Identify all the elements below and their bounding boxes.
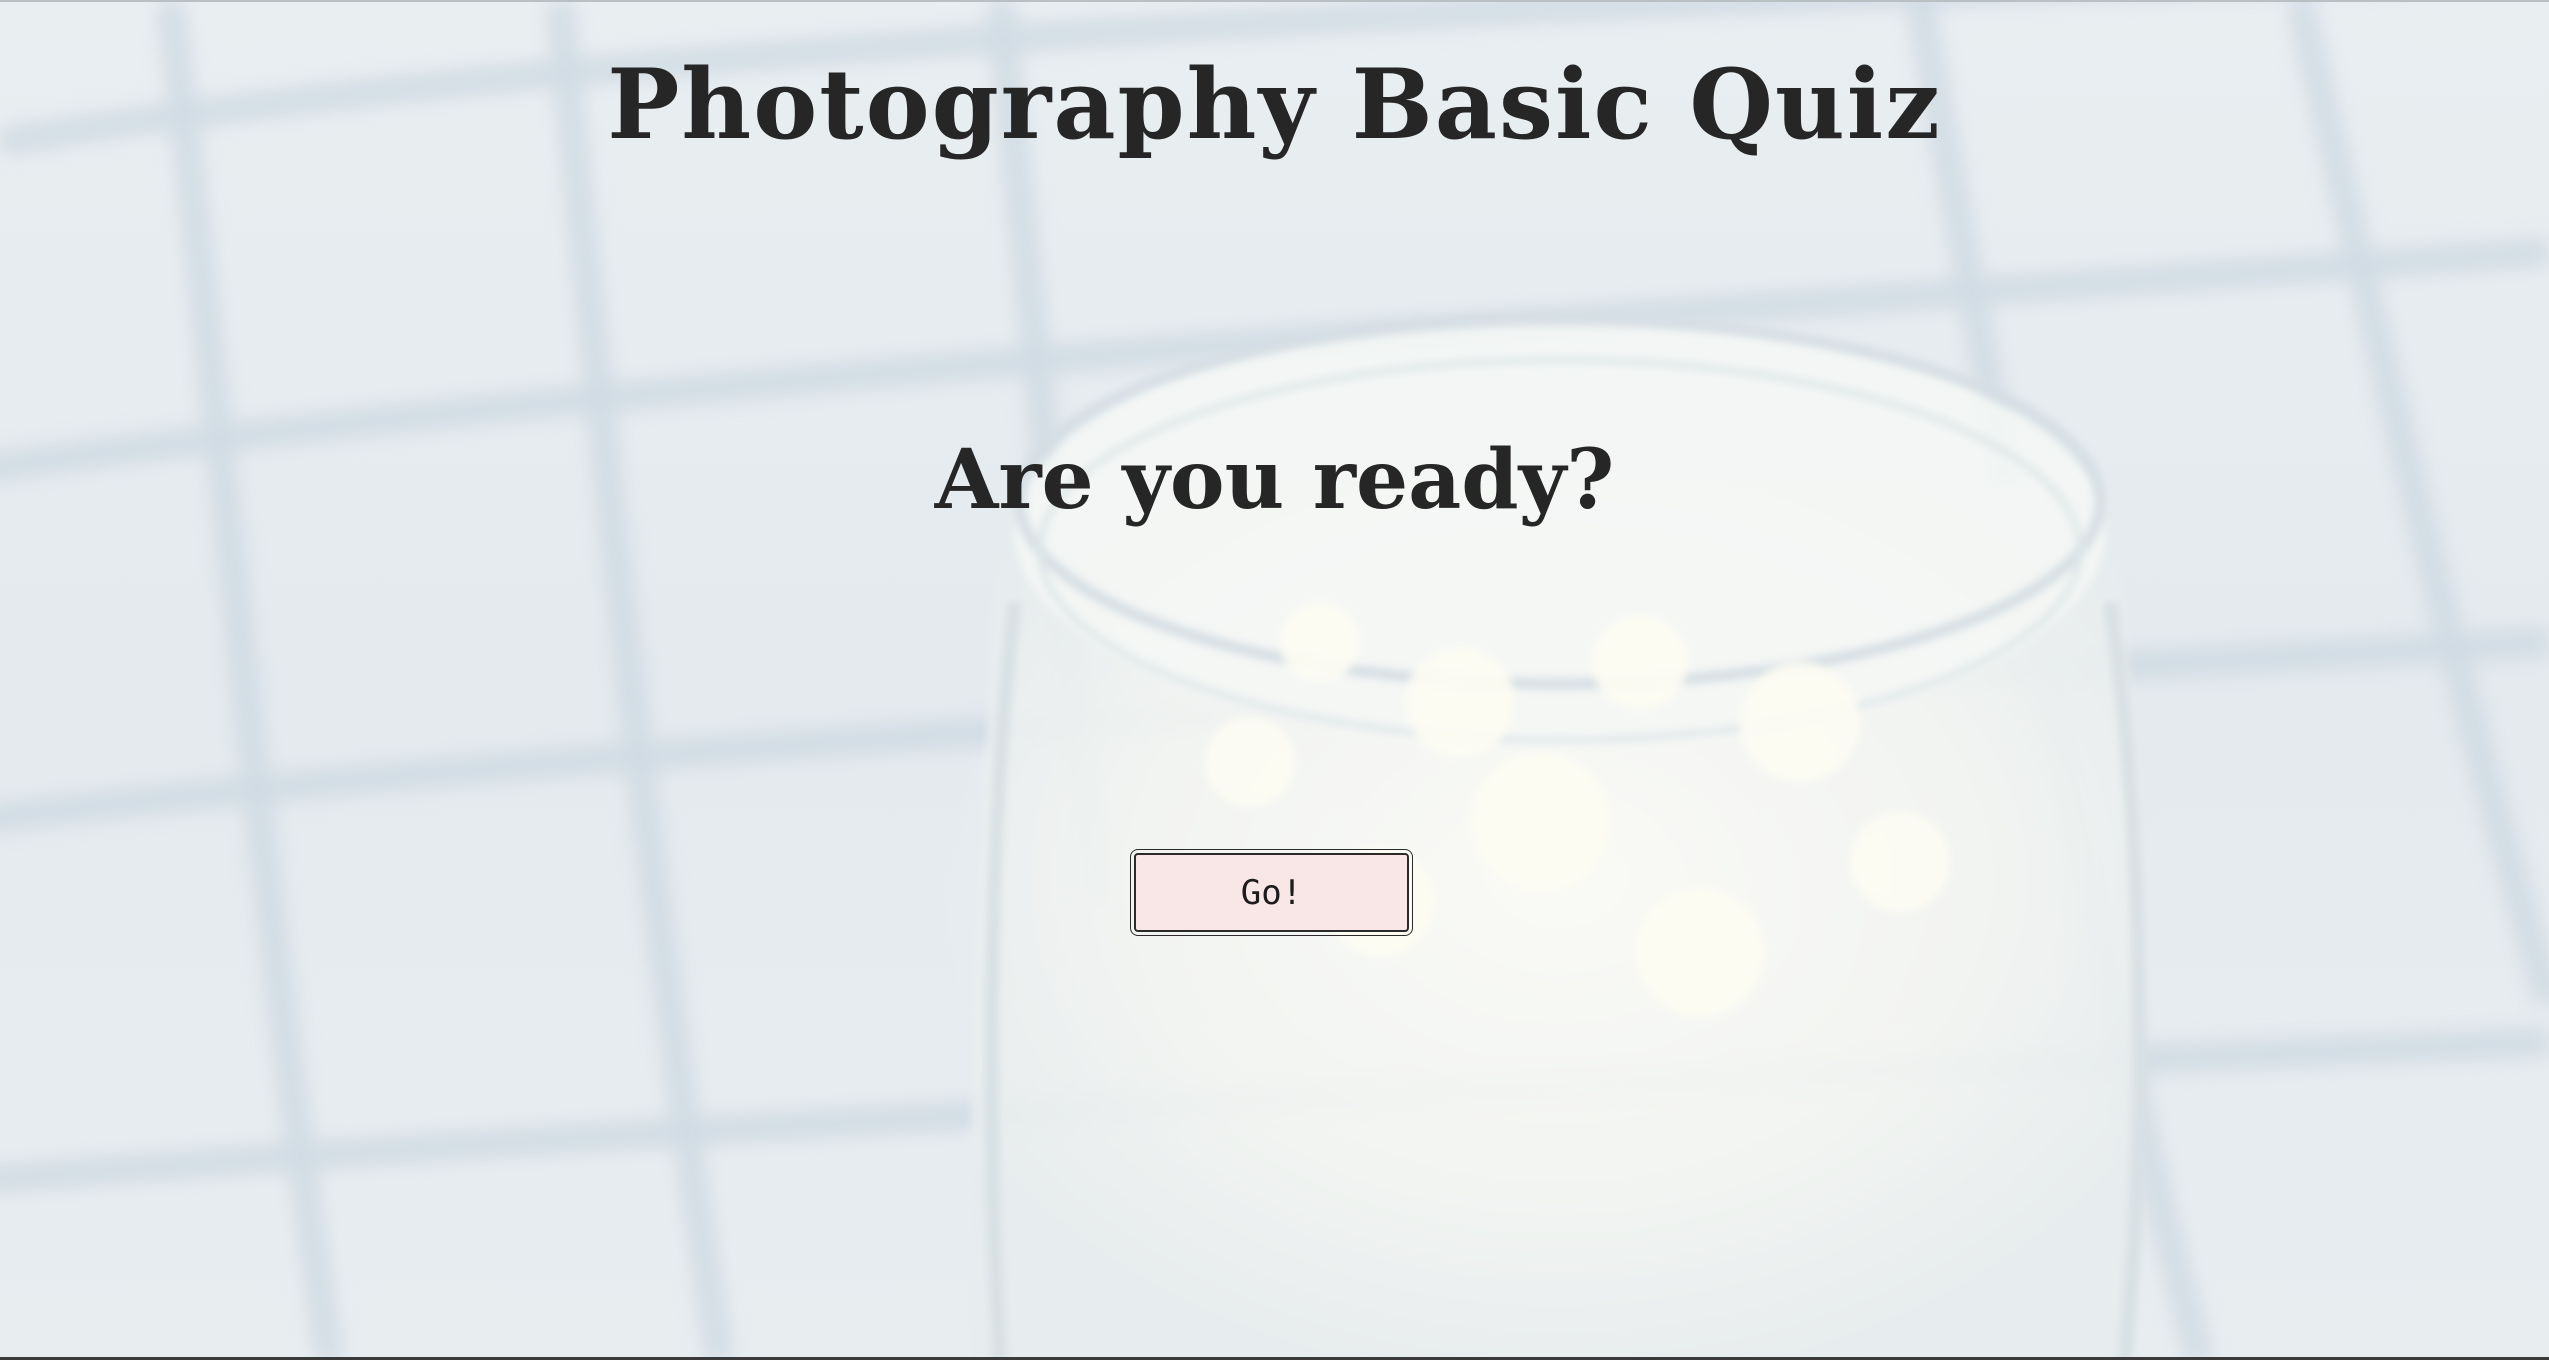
background-photo: [0, 0, 2549, 1360]
ready-prompt: Are you ready?: [934, 432, 1615, 528]
page-title: Photography Basic Quiz: [607, 48, 1942, 161]
background-photo-art: [0, 2, 2549, 1360]
go-button[interactable]: Go!: [1130, 849, 1413, 936]
